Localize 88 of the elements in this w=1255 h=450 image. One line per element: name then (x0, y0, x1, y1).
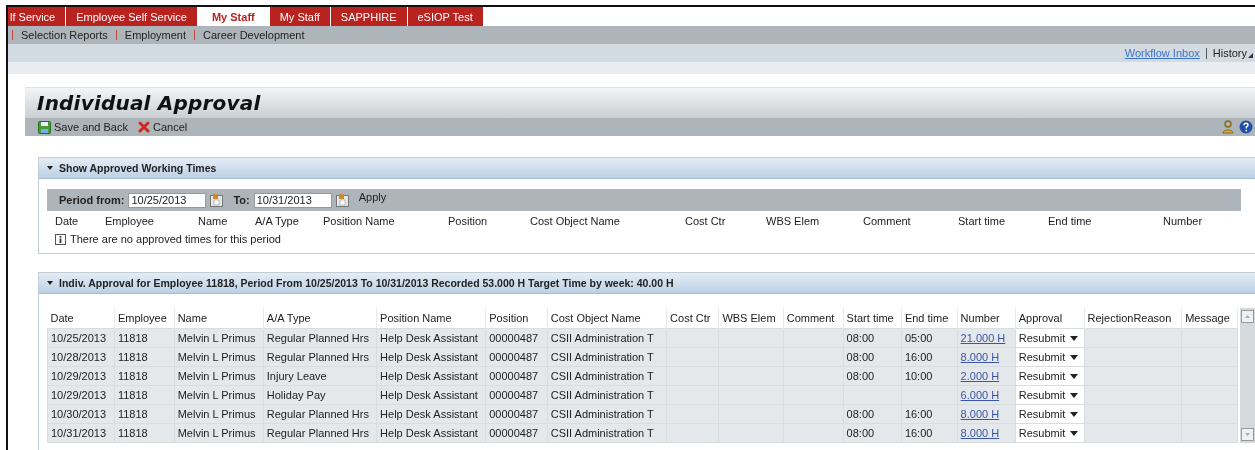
dropdown-arrow-icon (1070, 411, 1079, 417)
dropdown-arrow-icon (1070, 430, 1079, 436)
help-icon[interactable] (1239, 120, 1253, 134)
scrollbar[interactable] (1240, 308, 1255, 443)
approval-dropdown[interactable]: Resubmit (1018, 370, 1079, 382)
table-cell: 08:00 (843, 328, 902, 348)
column-header: WBS Elem (718, 308, 784, 329)
info-icon (55, 233, 66, 245)
collapse-icon[interactable] (47, 281, 53, 285)
column-header: Employee (105, 215, 155, 229)
subnav-link[interactable]: Career Development (202, 29, 305, 41)
panel-header[interactable]: Indiv. Approval for Employee 11818, Period From 10/25/2013 To 10/31/2013 Recorded 53.000 H Target Time by week: 40.00 H (39, 273, 1255, 294)
table-cell (783, 328, 844, 348)
column-header: A/A Type (263, 308, 377, 329)
column-header: Number (1163, 215, 1204, 229)
column-header: Position Name (376, 308, 486, 329)
period-to-label: To: (233, 194, 250, 206)
column-header: Start time (958, 215, 1007, 229)
nav-tab[interactable]: SAPPHIRE (330, 7, 408, 26)
table-cell: Melvin L Primus (174, 328, 264, 348)
history-link[interactable]: History (1212, 47, 1247, 59)
nav-tab[interactable]: My Staff (269, 7, 331, 26)
dropdown-arrow-icon (1070, 354, 1079, 360)
column-header: Comment (783, 308, 844, 329)
column-header: WBS Elem (766, 215, 821, 229)
table-cell: Help Desk Assistant (376, 328, 486, 348)
table-cell: 10/25/2013 (47, 328, 115, 348)
column-header: Position Name (323, 215, 396, 229)
scroll-up-icon[interactable] (1241, 310, 1255, 323)
calendar-icon[interactable] (335, 193, 349, 207)
subnav-link[interactable]: Selection Reports (21, 29, 108, 41)
save-icon (38, 120, 51, 134)
nav-tab[interactable]: lf Service (8, 7, 67, 26)
nav-tab[interactable]: eSIOP Test (407, 7, 484, 26)
calendar-icon[interactable] (210, 193, 224, 207)
column-header: Message (1181, 308, 1238, 329)
column-header: Start time (843, 308, 902, 329)
table-cell: Regular Planned Hrs (263, 328, 377, 348)
column-header: Date (47, 308, 115, 329)
dropdown-arrow-icon (1070, 335, 1079, 341)
column-header: Name (198, 215, 229, 229)
column-header: Position (448, 215, 489, 229)
column-header: Name (174, 308, 264, 329)
workflow-inbox-link[interactable]: Workflow Inbox (1124, 47, 1200, 59)
collapse-icon[interactable] (47, 166, 53, 170)
approval-dropdown[interactable]: Resubmit (1018, 351, 1079, 363)
approval-dropdown[interactable]: Resubmit (1018, 427, 1079, 439)
column-header: End time (901, 308, 958, 329)
approval-dropdown[interactable]: Resubmit (1018, 389, 1079, 401)
date-field[interactable]: 10/25/2013 (128, 192, 207, 208)
column-header: Comment (863, 215, 912, 229)
column-header: Cost Object Name (547, 308, 667, 329)
column-header: Date (55, 215, 80, 229)
table-cell (666, 328, 719, 348)
approval-dropdown[interactable]: Resubmit (1018, 332, 1079, 344)
table-cell (718, 328, 784, 348)
table-cell: CSII Administration T (547, 328, 667, 348)
table-cell: 05:00 (901, 328, 958, 348)
page-title: Individual Approval (37, 91, 261, 115)
scroll-down-icon[interactable] (1241, 428, 1255, 441)
subnav-link[interactable]: Employment (124, 29, 186, 41)
column-header: A/A Type (255, 215, 300, 229)
panel-header[interactable]: Show Approved Working Times (39, 158, 1255, 179)
panel-title: Indiv. Approval for Employee 11818, Period From 10/25/2013 To 10/31/2013 Recorded 53.000 H Target Time by week: 40.00 H (59, 277, 674, 289)
column-header: Cost Ctr (685, 215, 727, 229)
period-from-label: Period from: (59, 194, 125, 206)
dropdown-arrow-icon (1070, 373, 1079, 379)
table-cell: 00000487 (485, 328, 548, 348)
date-field[interactable]: 10/31/2013 (253, 192, 332, 208)
column-header: Position (485, 308, 548, 329)
column-header: RejectionReason (1084, 308, 1182, 329)
column-header: Approval (1015, 308, 1085, 329)
dropdown-arrow-icon (1070, 392, 1079, 398)
save-back-button[interactable]: Save and Back (38, 120, 128, 134)
close-icon (138, 121, 150, 133)
caret-icon (1248, 53, 1253, 58)
column-header: Cost Object Name (530, 215, 621, 229)
approval-dropdown[interactable]: Resubmit (1018, 408, 1079, 420)
column-header: Employee (114, 308, 175, 329)
cancel-button[interactable]: Cancel (138, 121, 188, 133)
column-header: End time (1048, 215, 1093, 229)
table-cell: 11818 (114, 328, 175, 348)
apply-button[interactable]: Apply (358, 191, 387, 203)
nav-tab[interactable]: Employee Self Service (66, 7, 198, 26)
column-header: Number (957, 308, 1016, 329)
empty-message: There are no approved times for this period (70, 233, 281, 245)
panel-title: Show Approved Working Times (59, 162, 217, 174)
column-header: Cost Ctr (666, 308, 719, 329)
